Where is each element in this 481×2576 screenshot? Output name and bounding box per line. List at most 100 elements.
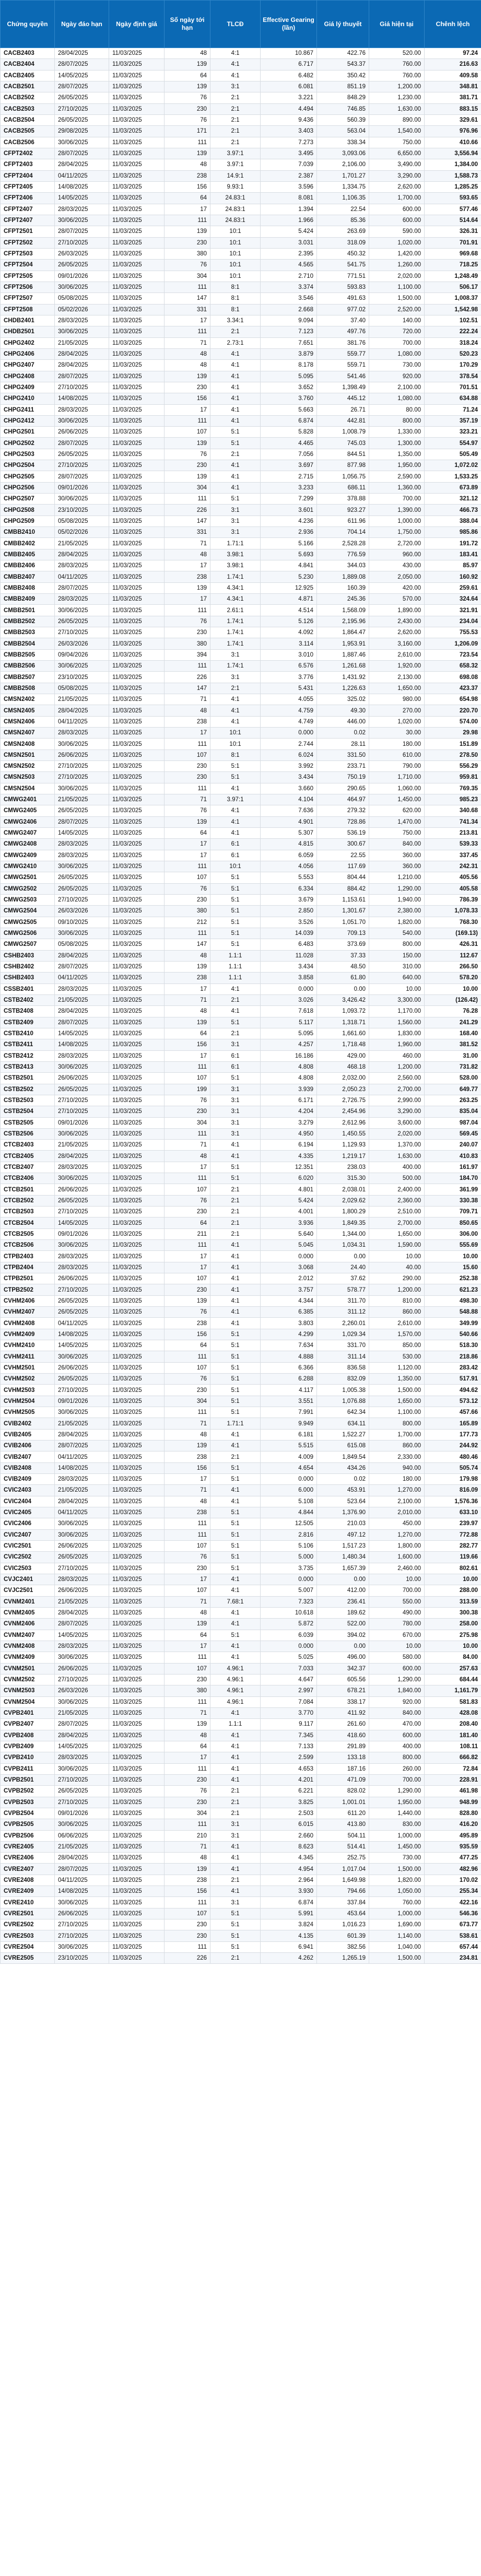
current-price-cell: 840.00 xyxy=(369,838,425,850)
days-to-maturity-cell: 17 xyxy=(164,849,210,861)
current-price-cell: 500.00 xyxy=(369,1173,425,1185)
warrant-code-cell: CMBB2502 xyxy=(0,615,55,628)
valuation-date-cell: 11/03/2025 xyxy=(109,69,165,81)
current-price-cell: 1,040.00 xyxy=(369,1941,425,1953)
theoretical-price-cell: 1,034.31 xyxy=(316,1239,369,1251)
effective-gearing-cell: 3.374 xyxy=(260,281,317,294)
valuation-date-cell: 11/03/2025 xyxy=(109,1807,165,1820)
effective-gearing-cell: 3.596 xyxy=(260,181,317,193)
current-price-cell: 700.00 xyxy=(369,1774,425,1786)
days-to-maturity-cell: 107 xyxy=(164,1273,210,1285)
difference-cell: 701.91 xyxy=(424,237,481,249)
theoretical-price-cell: 504.11 xyxy=(316,1830,369,1842)
effective-gearing-cell: 4.901 xyxy=(260,816,317,828)
effective-gearing-cell: 6.483 xyxy=(260,939,317,951)
difference-cell: 278.50 xyxy=(424,749,481,762)
theoretical-price-cell: 1,864.47 xyxy=(316,627,369,639)
theoretical-price-cell: 26.71 xyxy=(316,404,369,416)
effective-gearing-cell: 6.941 xyxy=(260,1941,317,1953)
current-price-cell: 700.00 xyxy=(369,1585,425,1597)
warrant-code-cell: CMBB2407 xyxy=(0,571,55,583)
days-to-maturity-cell: 76 xyxy=(164,448,210,461)
valuation-date-cell: 11/03/2025 xyxy=(109,303,165,315)
warrant-code-cell: CSTB2506 xyxy=(0,1128,55,1140)
difference-cell: 208.40 xyxy=(424,1718,481,1730)
conversion-ratio-cell: 5:1 xyxy=(210,1016,261,1028)
valuation-date-cell: 11/03/2025 xyxy=(109,883,165,895)
current-price-cell: 2,720.00 xyxy=(369,537,425,549)
current-price-cell: 290.00 xyxy=(369,1273,425,1285)
warrant-code-cell: CHPG2409 xyxy=(0,381,55,394)
difference-cell: 184.70 xyxy=(424,1173,481,1185)
theoretical-price-cell: 342.37 xyxy=(316,1662,369,1675)
valuation-date-cell: 11/03/2025 xyxy=(109,1718,165,1730)
theoretical-price-cell: 1,093.72 xyxy=(316,1005,369,1017)
days-to-maturity-cell: 380 xyxy=(164,248,210,260)
warrant-code-cell: CVRE2505 xyxy=(0,1952,55,1964)
difference-cell: 1,078.33 xyxy=(424,905,481,917)
days-to-maturity-cell: 48 xyxy=(164,1428,210,1441)
table-row: CFPT2402 28/07/2025 11/03/2025 139 3.97:1 3.4… xyxy=(0,147,481,160)
valuation-date-cell: 11/03/2025 xyxy=(109,1752,165,1764)
theoretical-price-cell: 471.09 xyxy=(316,1774,369,1786)
table-row: CMWG2406 28/07/2025 11/03/2025 139 4:1 4.901 7… xyxy=(0,816,481,828)
conversion-ratio-cell: 5:1 xyxy=(210,760,261,772)
days-to-maturity-cell: 230 xyxy=(164,103,210,115)
table-row: CACB2506 30/06/2025 11/03/2025 111 2:1 7.273 3… xyxy=(0,136,481,148)
table-row: CACB2501 28/07/2025 11/03/2025 139 3:1 6.081 8… xyxy=(0,80,481,93)
effective-gearing-cell: 12.925 xyxy=(260,582,317,594)
maturity-date-cell: 30/06/2025 xyxy=(54,1128,109,1140)
maturity-date-cell: 27/10/2025 xyxy=(54,894,109,906)
warrant-code-cell: CHDB2401 xyxy=(0,314,55,327)
days-to-maturity-cell: 111 xyxy=(164,1941,210,1953)
days-to-maturity-cell: 230 xyxy=(164,627,210,639)
effective-gearing-cell: 5.095 xyxy=(260,1027,317,1040)
difference-cell: 244.92 xyxy=(424,1440,481,1452)
table-row: CMWG2504 26/03/2026 11/03/2025 380 5:1 2.850 1… xyxy=(0,905,481,917)
maturity-date-cell: 30/06/2025 xyxy=(54,1896,109,1908)
current-price-cell: 800.00 xyxy=(369,1752,425,1764)
current-price-cell: 980.00 xyxy=(369,694,425,706)
effective-gearing-cell: 7.651 xyxy=(260,337,317,349)
valuation-date-cell: 11/03/2025 xyxy=(109,1250,165,1262)
maturity-date-cell: 26/03/2026 xyxy=(54,1685,109,1697)
valuation-date-cell: 11/03/2025 xyxy=(109,1529,165,1541)
valuation-date-cell: 11/03/2025 xyxy=(109,738,165,750)
theoretical-price-cell: 338.34 xyxy=(316,136,369,148)
conversion-ratio-cell: 4:1 xyxy=(210,1261,261,1274)
days-to-maturity-cell: 230 xyxy=(164,1206,210,1218)
current-price-cell: 1,080.00 xyxy=(369,393,425,405)
warrant-code-cell: CFPT2403 xyxy=(0,159,55,171)
theoretical-price-cell: 350.42 xyxy=(316,69,369,81)
table-row: CTCB2505 09/01/2026 11/03/2025 211 2:1 5.640 1… xyxy=(0,1228,481,1240)
maturity-date-cell: 28/03/2025 xyxy=(54,1250,109,1262)
current-price-cell: 600.00 xyxy=(369,203,425,215)
theoretical-price-cell: 291.89 xyxy=(316,1740,369,1753)
conversion-ratio-cell: 2:1 xyxy=(210,1451,261,1463)
warrant-code-cell: CMSN2504 xyxy=(0,782,55,794)
table-row: CHPG2411 28/03/2025 11/03/2025 17 4:1 5.663 26… xyxy=(0,404,481,416)
maturity-date-cell: 14/08/2025 xyxy=(54,1039,109,1051)
conversion-ratio-cell: 4:1 xyxy=(210,370,261,382)
days-to-maturity-cell: 394 xyxy=(164,649,210,661)
days-to-maturity-cell: 17 xyxy=(164,593,210,605)
difference-cell: 409.58 xyxy=(424,69,481,81)
current-price-cell: 10.00 xyxy=(369,1573,425,1586)
theoretical-price-cell: 48.50 xyxy=(316,961,369,973)
conversion-ratio-cell: 24.83:1 xyxy=(210,192,261,204)
effective-gearing-cell: 4.654 xyxy=(260,1462,317,1474)
warrant-code-cell: CMSN2503 xyxy=(0,771,55,783)
valuation-date-cell: 11/03/2025 xyxy=(109,1495,165,1507)
warrant-code-cell: CMWG2504 xyxy=(0,905,55,917)
effective-gearing-cell: 4.514 xyxy=(260,604,317,616)
difference-cell: 72.84 xyxy=(424,1763,481,1775)
table-row: CVIB2402 21/05/2025 11/03/2025 71 1.71:1 9.94… xyxy=(0,1418,481,1430)
warrant-pricing-table: Chứng quyền Ngày đáo hạn Ngày định giá S… xyxy=(0,0,481,1964)
days-to-maturity-cell: 380 xyxy=(164,905,210,917)
warrant-code-cell: CHPG2506 xyxy=(0,482,55,494)
table-row: CVHM2504 09/01/2026 11/03/2025 304 5:1 3.551 1… xyxy=(0,1395,481,1408)
maturity-date-cell: 28/03/2025 xyxy=(54,1473,109,1485)
effective-gearing-cell: 4.299 xyxy=(260,1328,317,1341)
maturity-date-cell: 28/03/2025 xyxy=(54,838,109,850)
valuation-date-cell: 11/03/2025 xyxy=(109,1239,165,1251)
